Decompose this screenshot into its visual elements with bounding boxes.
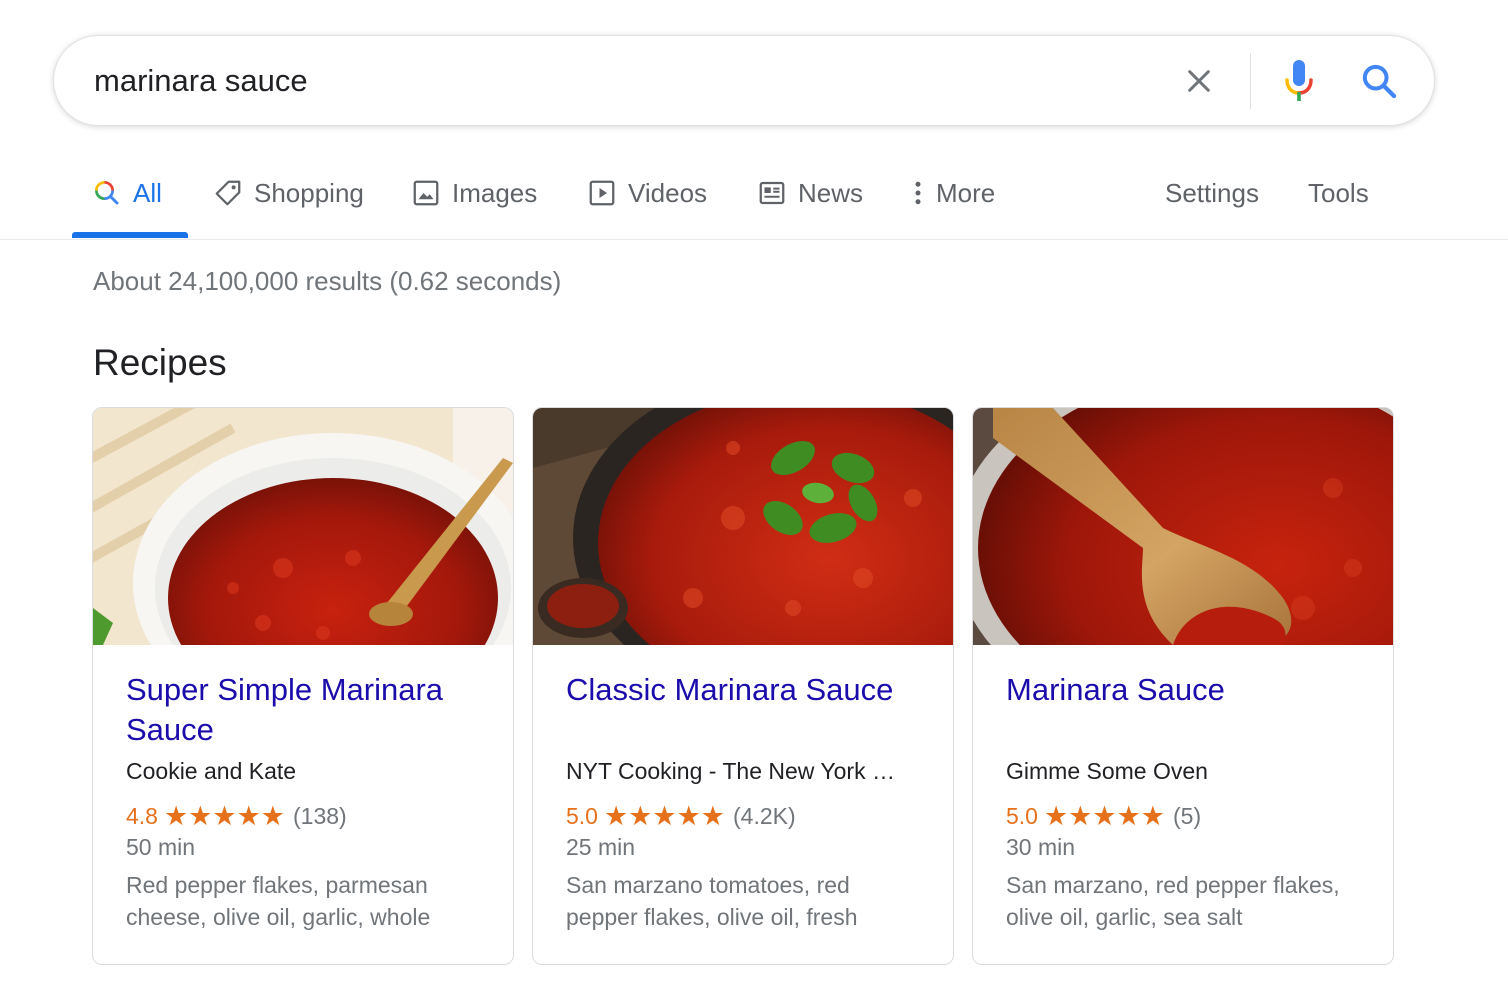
recipe-source: Cookie and Kate: [126, 758, 297, 784]
settings-link[interactable]: Settings: [1165, 170, 1259, 216]
tab-videos[interactable]: Videos: [587, 170, 707, 216]
search-button[interactable]: [1354, 56, 1404, 106]
recipe-time: 25 min: [566, 834, 636, 860]
recipe-rating: 4.8 ★★★★★ (138): [126, 799, 347, 833]
rating-count: (5): [1173, 802, 1202, 829]
search-bar-divider: [1250, 53, 1251, 109]
tab-more[interactable]: More: [908, 170, 995, 216]
recipe-image: [93, 408, 513, 645]
recipe-ingredients: Red pepper flakes, parmesan cheese, oliv…: [126, 872, 431, 930]
search-icon: [1362, 64, 1397, 99]
rating-value: 5.0: [1006, 802, 1038, 829]
newspaper-icon: [757, 178, 787, 208]
search-input[interactable]: [94, 58, 1154, 104]
tab-images-label: Images: [452, 177, 538, 208]
tab-shopping-label: Shopping: [254, 177, 364, 208]
tools-link[interactable]: Tools: [1308, 170, 1369, 216]
search-tabs: All Shopping Images Videos News More Set…: [0, 150, 1508, 240]
tab-shopping[interactable]: Shopping: [213, 170, 364, 216]
tab-images[interactable]: Images: [411, 170, 537, 216]
image-icon: [411, 178, 441, 208]
recipe-ingredients: San marzano tomatoes, red pepper flakes,…: [566, 872, 858, 930]
recipe-time: 50 min: [126, 834, 196, 860]
recipe-source: Gimme Some Oven: [1006, 758, 1208, 784]
tab-videos-label: Videos: [628, 177, 708, 208]
rating-value: 5.0: [566, 802, 598, 829]
star-rating-icon: ★★★★★: [163, 800, 286, 831]
recipe-card[interactable]: Super Simple Marinara Sauce Cookie and K…: [92, 407, 514, 965]
recipes-heading: Recipes: [93, 342, 227, 383]
recipe-source: NYT Cooking - The New York …: [566, 758, 895, 784]
microphone-icon: [1285, 60, 1313, 101]
tab-more-label: More: [936, 177, 996, 208]
rating-count: (138): [293, 802, 347, 829]
rating-count: (4.2K): [733, 802, 796, 829]
tools-label: Tools: [1308, 177, 1369, 208]
recipe-title[interactable]: Super Simple Marinara Sauce: [126, 670, 486, 750]
close-icon: [1188, 70, 1210, 92]
recipe-title[interactable]: Classic Marinara Sauce: [566, 670, 926, 710]
play-icon: [587, 178, 617, 208]
recipe-title[interactable]: Marinara Sauce: [1006, 670, 1366, 710]
search-multicolor-icon: [92, 178, 122, 208]
recipe-card[interactable]: Marinara Sauce Gimme Some Oven 5.0 ★★★★★…: [972, 407, 1394, 965]
more-vertical-icon: [908, 178, 928, 208]
active-tab-indicator: [72, 232, 188, 238]
recipe-rating: 5.0 ★★★★★ (5): [1006, 799, 1201, 833]
recipe-image: [973, 408, 1393, 645]
star-rating-icon: ★★★★★: [603, 800, 726, 831]
settings-label: Settings: [1165, 177, 1259, 208]
tab-all-label: All: [133, 177, 162, 208]
star-rating-icon: ★★★★★: [1043, 800, 1166, 831]
tab-all[interactable]: All: [92, 170, 162, 216]
rating-value: 4.8: [126, 802, 158, 829]
tab-news[interactable]: News: [757, 170, 863, 216]
voice-search-button[interactable]: [1276, 56, 1322, 106]
recipe-rating: 5.0 ★★★★★ (4.2K): [566, 799, 796, 833]
clear-search-button[interactable]: [1176, 58, 1222, 104]
recipe-card[interactable]: Classic Marinara Sauce NYT Cooking - The…: [532, 407, 954, 965]
tab-news-label: News: [798, 177, 864, 208]
recipe-time: 30 min: [1006, 834, 1076, 860]
result-stats: About 24,100,000 results (0.62 seconds): [93, 266, 562, 296]
recipe-ingredients: San marzano, red pepper flakes, olive oi…: [1006, 872, 1340, 930]
tag-icon: [213, 178, 243, 208]
recipe-image: [533, 408, 953, 645]
search-bar: [53, 35, 1435, 126]
